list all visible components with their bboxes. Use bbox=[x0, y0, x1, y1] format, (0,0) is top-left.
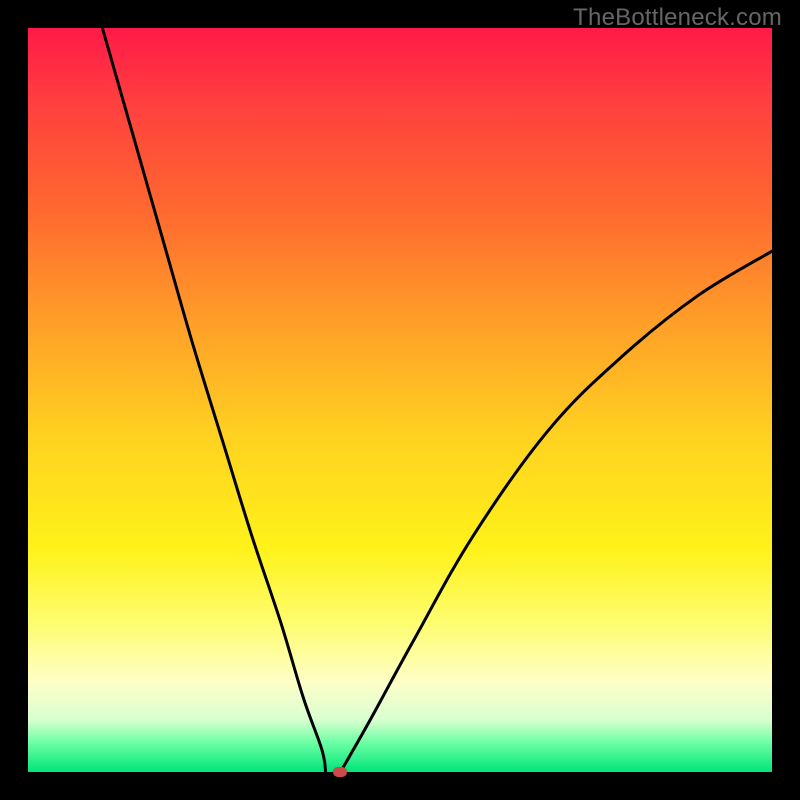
right-branch-path bbox=[341, 251, 773, 772]
chart-frame: TheBottleneck.com bbox=[0, 0, 800, 800]
left-branch-path bbox=[102, 28, 325, 772]
curve-svg bbox=[28, 28, 772, 772]
minimum-marker bbox=[333, 767, 347, 777]
plot-area bbox=[28, 28, 772, 772]
watermark-text: TheBottleneck.com bbox=[573, 4, 782, 32]
